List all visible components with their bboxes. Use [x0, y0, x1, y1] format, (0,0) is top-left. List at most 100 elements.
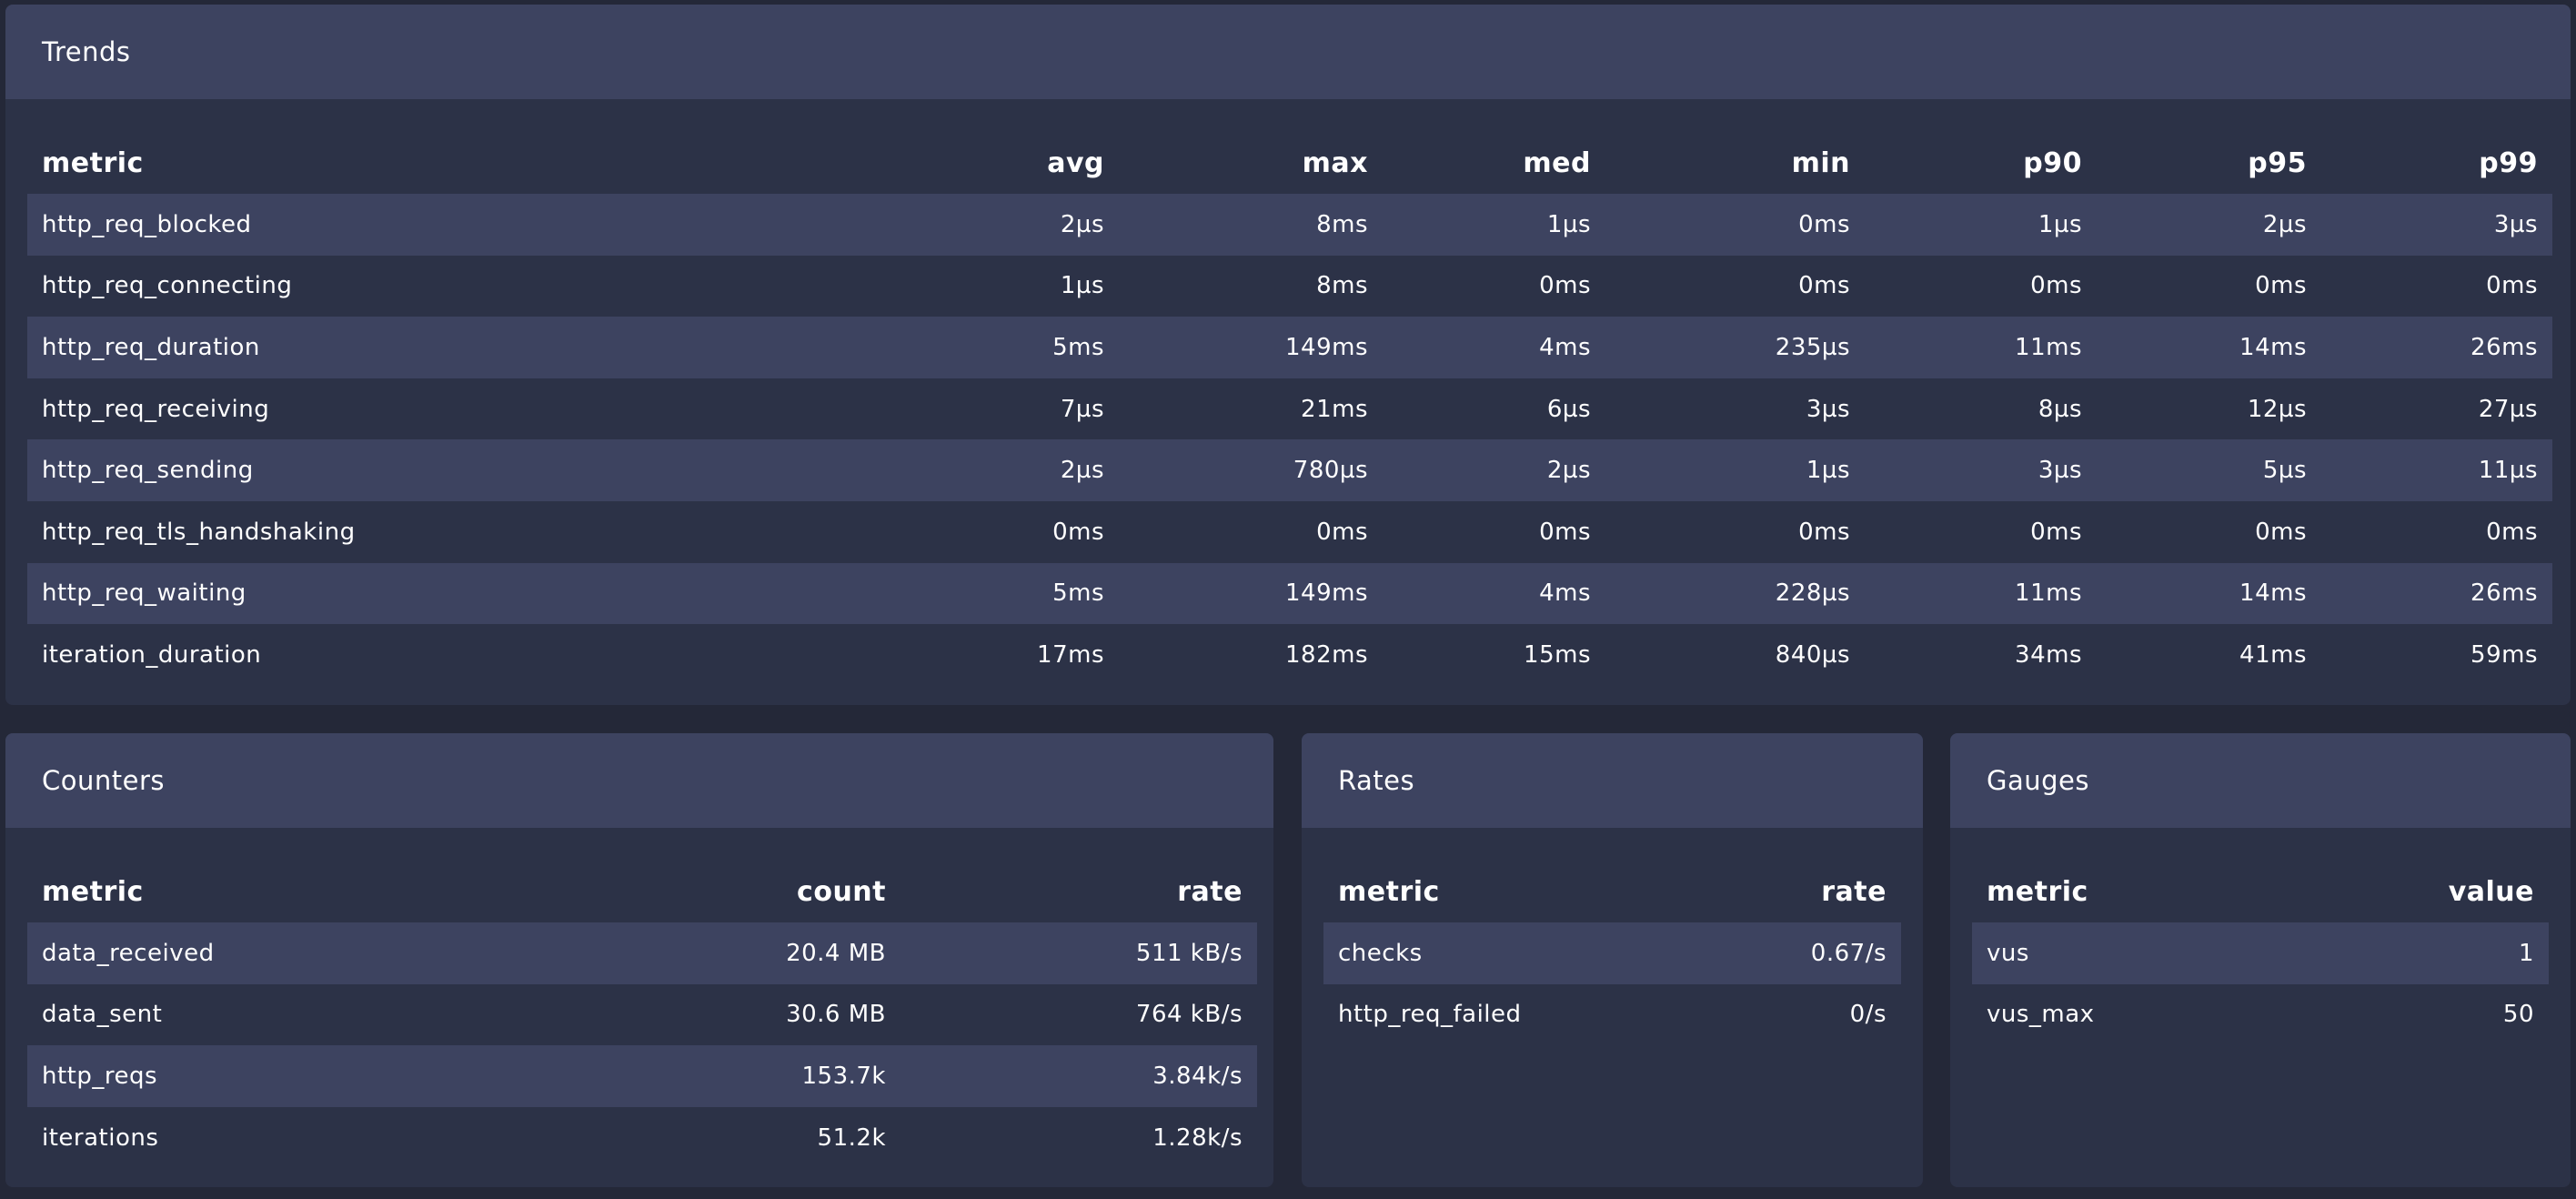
- table-row: http_req_failed 0/s: [1323, 984, 1901, 1046]
- cell-value: 50: [2502, 1001, 2534, 1029]
- cell-med: 0ms: [1539, 518, 1591, 546]
- cell-metric: http_reqs: [42, 1062, 158, 1090]
- gauges-title: Gauges: [1950, 733, 2571, 828]
- cell-metric: http_req_waiting: [42, 579, 247, 608]
- table-row: vus 1: [1972, 922, 2549, 984]
- rates-header-row: metric rate: [1323, 861, 1901, 922]
- cell-min: 228µs: [1775, 579, 1850, 608]
- column-header-med: med: [1523, 146, 1591, 179]
- rates-card: Rates metric rate checks 0.67/s http_req_f…: [1302, 733, 1923, 1187]
- cell-p90: 11ms: [2015, 333, 2082, 361]
- cell-rate: 511 kB/s: [1135, 939, 1243, 967]
- gauges-table: metric value vus 1 vus_max 50: [1972, 861, 2549, 1045]
- column-header-value: value: [2448, 875, 2534, 908]
- cell-avg: 5ms: [1052, 579, 1104, 608]
- table-row: http_req_blocked 2µs 8ms 1µs 0ms 1µs 2µs 3µs: [27, 194, 2552, 256]
- cell-metric: checks: [1338, 939, 1423, 967]
- trends-header-row: metric avg max med min p90 p95 p99: [27, 132, 2552, 194]
- cell-p99: 0ms: [2486, 518, 2538, 546]
- cell-metric: http_req_sending: [42, 457, 254, 485]
- cell-p95: 12µs: [2247, 395, 2307, 423]
- column-header-p99: p99: [2479, 146, 2538, 179]
- cell-p90: 3µs: [2038, 457, 2082, 485]
- gauges-card: Gauges metric value vus 1 vus_max 50: [1950, 733, 2571, 1187]
- cell-metric: iteration_duration: [42, 640, 262, 669]
- cell-p95: 2µs: [2262, 210, 2307, 238]
- cell-p90: 0ms: [2030, 272, 2082, 300]
- cell-count: 30.6 MB: [786, 1001, 886, 1029]
- cell-p99: 26ms: [2470, 579, 2538, 608]
- cell-min: 3µs: [1806, 395, 1850, 423]
- table-row: http_req_receiving 7µs 21ms 6µs 3µs 8µs 12µs 27…: [27, 378, 2552, 440]
- cell-rate: 0/s: [1849, 1001, 1887, 1029]
- rates-title: Rates: [1302, 733, 1923, 828]
- column-header-rate: rate: [1821, 875, 1887, 908]
- cell-max: 21ms: [1301, 395, 1368, 423]
- cell-p95: 0ms: [2255, 518, 2307, 546]
- cell-avg: 7µs: [1060, 395, 1104, 423]
- column-header-p95: p95: [2248, 146, 2307, 179]
- cell-metric: vus_max: [1987, 1001, 2095, 1029]
- column-header-metric: metric: [42, 875, 144, 908]
- column-header-max: max: [1302, 146, 1368, 179]
- cell-max: 8ms: [1316, 272, 1368, 300]
- cell-count: 153.7k: [801, 1062, 886, 1090]
- trends-card: Trends metric avg max med min p90 p95 p9…: [5, 5, 2571, 705]
- cell-p90: 1µs: [2038, 210, 2082, 238]
- trends-table-body: http_req_blocked 2µs 8ms 1µs 0ms 1µs 2µs 3µs htt…: [27, 194, 2552, 686]
- cell-max: 8ms: [1316, 210, 1368, 238]
- cell-avg: 17ms: [1037, 640, 1104, 669]
- table-row: data_sent 30.6 MB 764 kB/s: [27, 984, 1257, 1046]
- cell-min: 0ms: [1798, 272, 1850, 300]
- cell-med: 15ms: [1524, 640, 1591, 669]
- cell-avg: 1µs: [1060, 272, 1104, 300]
- column-header-metric: metric: [1987, 875, 2088, 908]
- column-header-metric: metric: [1338, 875, 1440, 908]
- table-row: iteration_duration 17ms 182ms 15ms 840µs 34ms…: [27, 624, 2552, 686]
- cell-p90: 0ms: [2030, 518, 2082, 546]
- cell-p95: 41ms: [2239, 640, 2307, 669]
- cell-min: 0ms: [1798, 518, 1850, 546]
- table-row: iterations 51.2k 1.28k/s: [27, 1107, 1257, 1169]
- cell-metric: http_req_failed: [1338, 1001, 1522, 1029]
- counters-title: Counters: [5, 733, 1273, 828]
- cell-metric: vus: [1987, 939, 2029, 967]
- cell-avg: 5ms: [1052, 333, 1104, 361]
- cell-metric: http_req_blocked: [42, 210, 252, 238]
- counters-table-body: data_received 20.4 MB 511 kB/s data_sent 30.…: [27, 922, 1257, 1168]
- cell-rate: 0.67/s: [1810, 939, 1887, 967]
- cell-metric: http_req_duration: [42, 333, 260, 361]
- cell-p95: 14ms: [2239, 333, 2307, 361]
- column-header-rate: rate: [1177, 875, 1243, 908]
- gauges-table-body: vus 1 vus_max 50: [1972, 922, 2549, 1045]
- table-row: http_req_duration 5ms 149ms 4ms 235µs 11ms 14m…: [27, 317, 2552, 378]
- cell-max: 780µs: [1293, 457, 1368, 485]
- table-row: http_req_waiting 5ms 149ms 4ms 228µs 11ms 14ms…: [27, 562, 2552, 625]
- column-header-avg: avg: [1047, 146, 1104, 179]
- cell-metric: iterations: [42, 1123, 159, 1152]
- cell-metric: data_received: [42, 939, 215, 967]
- cell-min: 840µs: [1775, 640, 1850, 669]
- column-header-min: min: [1791, 146, 1850, 179]
- cell-p90: 8µs: [2038, 395, 2082, 423]
- column-header-metric: metric: [42, 146, 144, 179]
- cell-med: 4ms: [1539, 333, 1591, 361]
- cell-rate: 1.28k/s: [1152, 1123, 1243, 1152]
- cell-med: 4ms: [1539, 579, 1591, 608]
- cell-avg: 2µs: [1060, 457, 1104, 485]
- cell-p99: 27µs: [2478, 395, 2538, 423]
- cell-p90: 34ms: [2015, 640, 2082, 669]
- cell-metric: data_sent: [42, 1001, 163, 1029]
- column-header-p90: p90: [2023, 146, 2082, 179]
- cell-p99: 26ms: [2470, 333, 2538, 361]
- gauges-header-row: metric value: [1972, 861, 2549, 922]
- counters-card: Counters metric count rate data_received…: [5, 733, 1273, 1187]
- cell-p99: 0ms: [2486, 272, 2538, 300]
- table-row: vus_max 50: [1972, 984, 2549, 1046]
- cell-rate: 3.84k/s: [1152, 1062, 1243, 1090]
- trends-title: Trends: [5, 5, 2571, 99]
- cell-metric: http_req_tls_handshaking: [42, 518, 356, 546]
- cell-count: 20.4 MB: [786, 939, 886, 967]
- cell-med: 2µs: [1546, 457, 1591, 485]
- column-header-count: count: [797, 875, 886, 908]
